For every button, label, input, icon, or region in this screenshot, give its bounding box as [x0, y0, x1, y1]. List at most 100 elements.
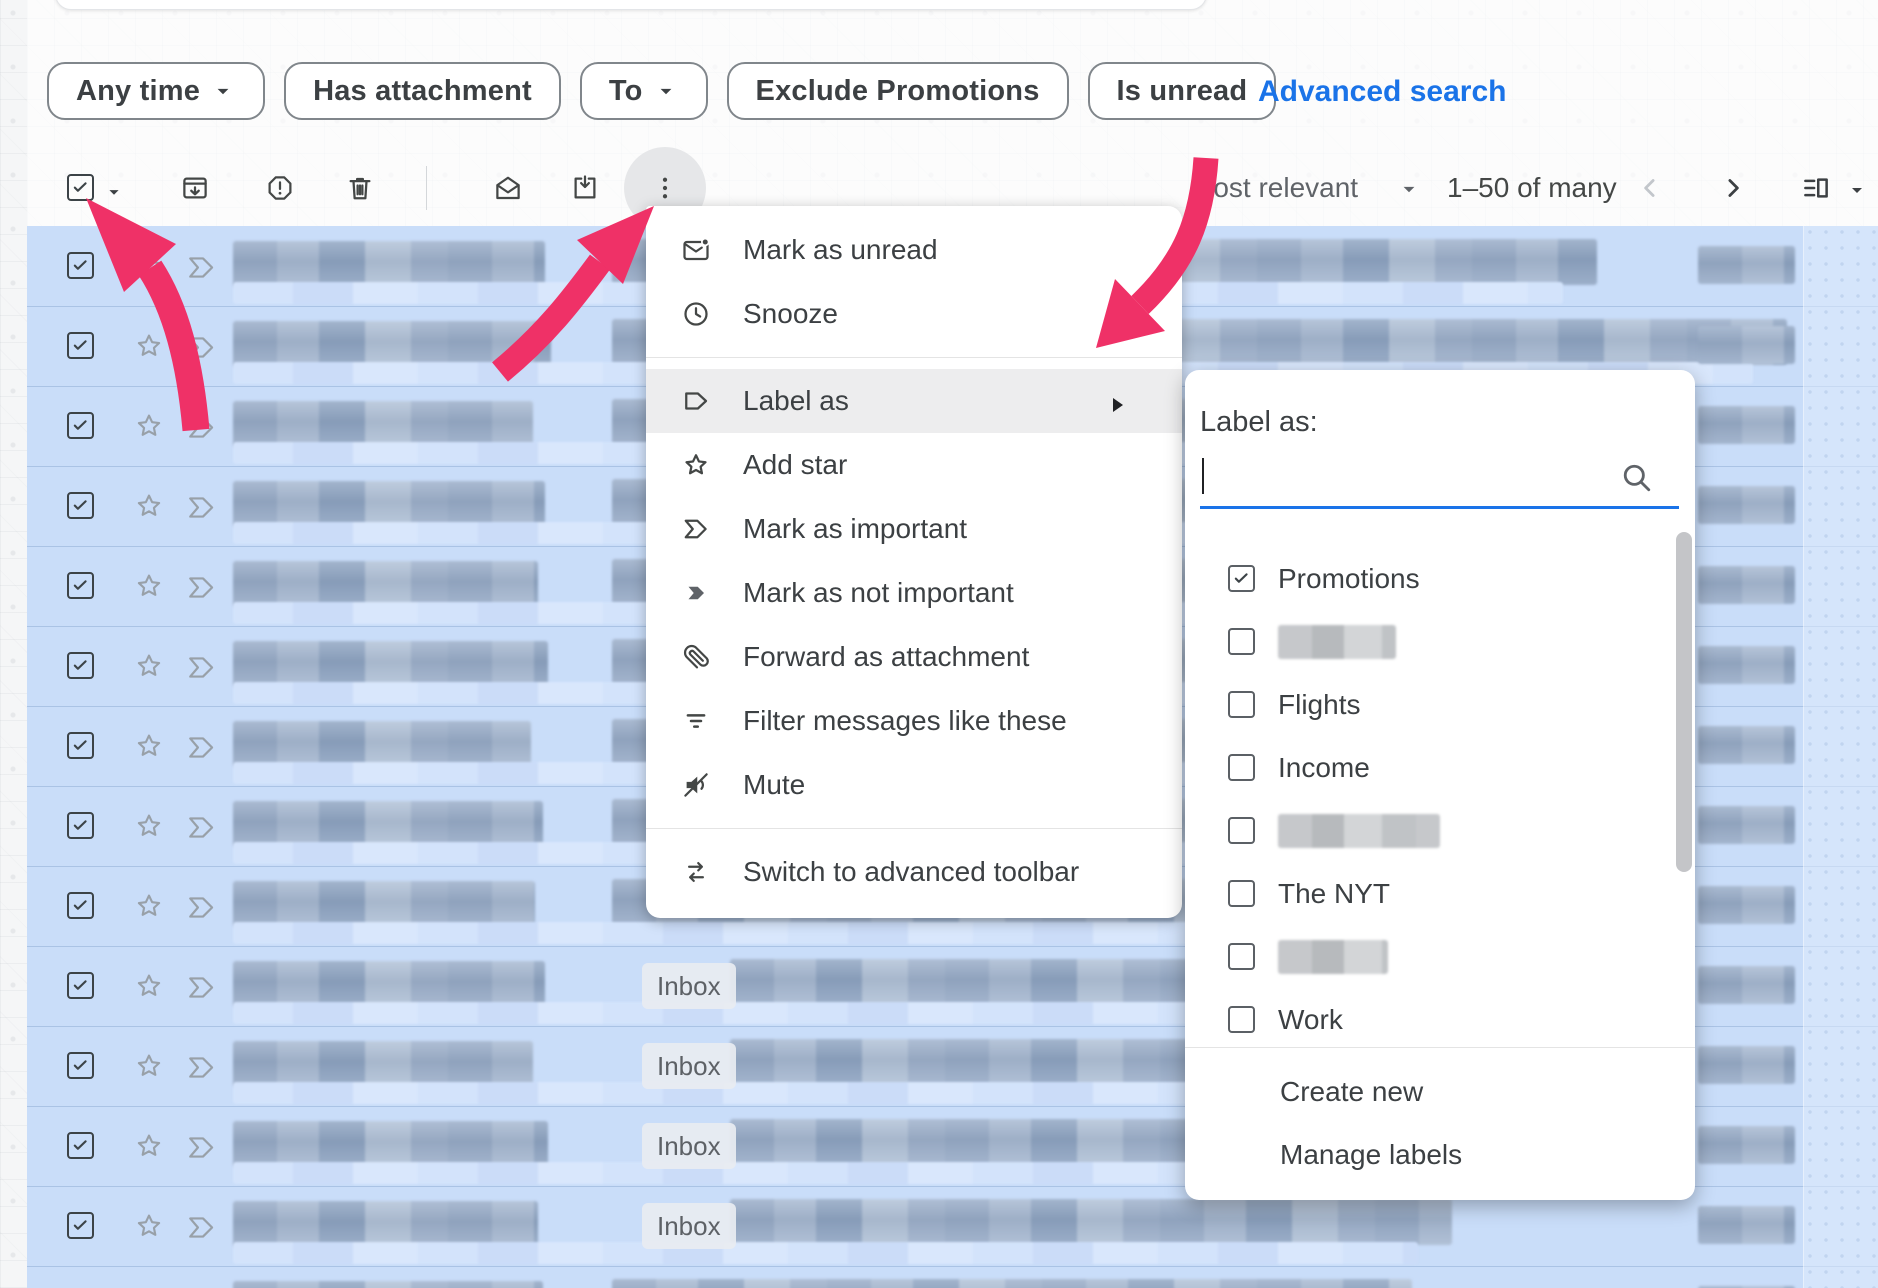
importance-marker-icon[interactable] [185, 811, 218, 841]
filter-chip-has-attachment[interactable]: Has attachment [284, 62, 561, 120]
importance-marker-icon[interactable] [185, 731, 218, 761]
star-icon[interactable] [133, 650, 165, 682]
newer-page-button[interactable] [1628, 166, 1672, 210]
email-row[interactable] [27, 1266, 1878, 1288]
sort-mode-button[interactable]: Most relevant [1190, 172, 1358, 204]
row-checkbox[interactable] [67, 252, 94, 279]
split-pane-caret-icon[interactable] [1845, 178, 1869, 202]
importance-marker-icon[interactable] [185, 251, 218, 281]
menu-item-mark-as-unread[interactable]: Mark as unread [646, 218, 1182, 282]
sort-caret-icon[interactable] [1396, 176, 1422, 202]
row-checkbox[interactable] [67, 892, 94, 919]
label-option-work[interactable]: Work [1185, 988, 1655, 1051]
row-checkbox[interactable] [67, 732, 94, 759]
redacted-sender [233, 721, 531, 767]
row-checkbox[interactable] [67, 812, 94, 839]
row-checkbox[interactable] [67, 1132, 94, 1159]
redacted-date [1698, 886, 1795, 924]
star-icon[interactable] [133, 970, 165, 1002]
more-options-button[interactable] [641, 164, 689, 212]
label-option-redacted[interactable] [1185, 925, 1655, 988]
importance-marker-icon[interactable] [185, 1131, 218, 1161]
label-search-input[interactable] [1200, 452, 1679, 509]
menu-item-add-star[interactable]: Add star [646, 433, 1182, 497]
label-checkbox[interactable] [1228, 691, 1255, 718]
menu-item-label: Mark as unread [743, 234, 938, 266]
menu-item-mute[interactable]: Mute [646, 753, 1182, 817]
label-checkbox[interactable] [1228, 817, 1255, 844]
importance-marker-icon[interactable] [185, 891, 218, 921]
row-checkbox[interactable] [67, 972, 94, 999]
row-checkbox[interactable] [67, 652, 94, 679]
row-checkbox[interactable] [67, 572, 94, 599]
label-option-income[interactable]: Income [1185, 736, 1655, 799]
importance-marker-icon[interactable] [185, 491, 218, 521]
menu-item-label: Add star [743, 449, 847, 481]
row-checkbox[interactable] [67, 332, 94, 359]
star-icon[interactable] [133, 1050, 165, 1082]
star-icon[interactable] [133, 1130, 165, 1162]
label-action-manage-labels[interactable]: Manage labels [1280, 1123, 1462, 1186]
label-checkbox[interactable] [1228, 1006, 1255, 1033]
label-checkbox[interactable] [1228, 880, 1255, 907]
redacted-sender [233, 641, 548, 687]
label-checkbox[interactable] [1228, 565, 1255, 592]
label-option-promotions[interactable]: Promotions [1185, 547, 1655, 610]
menu-item-label: Label as [743, 385, 849, 417]
importance-marker-icon[interactable] [185, 411, 218, 441]
list-column-divider [1803, 226, 1804, 1288]
label-option-the-nyt[interactable]: The NYT [1185, 862, 1655, 925]
menu-item-mark-as-not-important[interactable]: Mark as not important [646, 561, 1182, 625]
row-checkbox[interactable] [67, 412, 94, 439]
star-icon[interactable] [133, 570, 165, 602]
archive-button[interactable] [171, 164, 219, 212]
select-dropdown-caret-icon[interactable] [103, 181, 125, 203]
label-action-create-new[interactable]: Create new [1280, 1060, 1423, 1123]
menu-item-filter-messages-like-these[interactable]: Filter messages like these [646, 689, 1182, 753]
report-spam-button[interactable] [256, 164, 304, 212]
label-option-redacted[interactable] [1185, 610, 1655, 673]
importance-marker-icon[interactable] [185, 331, 218, 361]
importance-marker-icon[interactable] [185, 1211, 218, 1241]
star-icon[interactable] [133, 330, 165, 362]
list-right-gutter [1804, 226, 1878, 1288]
filter-chip-any-time[interactable]: Any time [47, 62, 265, 120]
older-page-button[interactable] [1711, 166, 1755, 210]
importance-marker-icon[interactable] [185, 971, 218, 1001]
star-icon[interactable] [133, 250, 165, 282]
move-to-button[interactable] [561, 164, 609, 212]
advanced-search-link[interactable]: Advanced search [1258, 75, 1506, 109]
split-pane-toggle[interactable] [1794, 166, 1838, 210]
star-icon[interactable] [133, 810, 165, 842]
redacted-label-name [1278, 814, 1440, 848]
menu-item-mark-as-important[interactable]: Mark as important [646, 497, 1182, 561]
row-checkbox[interactable] [67, 1212, 94, 1239]
star-icon[interactable] [133, 890, 165, 922]
filter-chip-to[interactable]: To [580, 62, 708, 120]
menu-item-forward-as-attachment[interactable]: Forward as attachment [646, 625, 1182, 689]
importance-marker-icon[interactable] [185, 651, 218, 681]
star-icon[interactable] [133, 410, 165, 442]
importance-marker-icon[interactable] [185, 1051, 218, 1081]
importance-marker-icon[interactable] [185, 571, 218, 601]
inbox-label-chip: Inbox [642, 1203, 736, 1249]
label-checkbox[interactable] [1228, 943, 1255, 970]
label-option-redacted[interactable] [1185, 799, 1655, 862]
row-checkbox[interactable] [67, 1052, 94, 1079]
star-icon[interactable] [133, 730, 165, 762]
filter-chip-is-unread[interactable]: Is unread [1088, 62, 1277, 120]
menu-item-switch-to-advanced-toolbar[interactable]: Switch to advanced toolbar [646, 840, 1182, 904]
label-checkbox[interactable] [1228, 628, 1255, 655]
star-icon[interactable] [133, 490, 165, 522]
filter-chip-exclude-promotions[interactable]: Exclude Promotions [727, 62, 1069, 120]
menu-item-label-as[interactable]: Label as [646, 369, 1182, 433]
row-checkbox[interactable] [67, 492, 94, 519]
label-option-flights[interactable]: Flights [1185, 673, 1655, 736]
menu-item-snooze[interactable]: Snooze [646, 282, 1182, 346]
mark-as-read-button[interactable] [484, 164, 532, 212]
label-list-scrollbar[interactable] [1676, 532, 1692, 872]
label-checkbox[interactable] [1228, 754, 1255, 781]
delete-button[interactable] [336, 164, 384, 212]
select-all-checkbox[interactable] [67, 174, 94, 201]
star-icon[interactable] [133, 1210, 165, 1242]
